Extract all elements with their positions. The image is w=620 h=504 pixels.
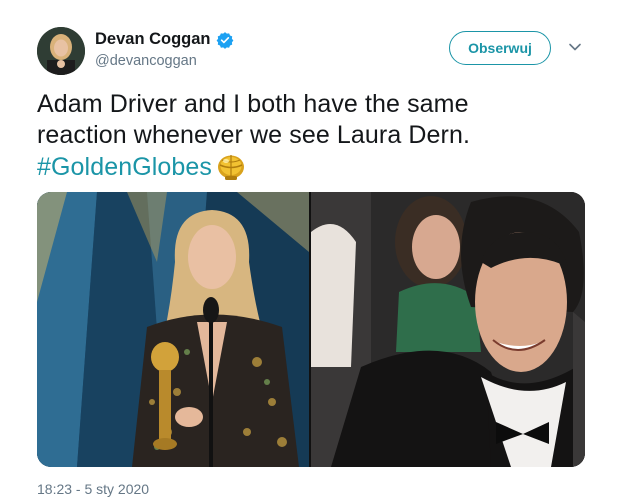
tweet-text-line-1: Adam Driver and I both have the same	[37, 90, 469, 118]
photo-man-smiling-audience[interactable]	[311, 192, 585, 467]
tweet-text-line-2: reaction whenever we see Laura Dern.	[37, 121, 471, 149]
golden-globe-icon	[218, 155, 245, 180]
tweet-card: Devan Coggan @devancoggan Obserwuj Adam …	[0, 0, 620, 504]
author-handle[interactable]: @devancoggan	[95, 53, 197, 69]
follow-button[interactable]: Obserwuj	[449, 31, 551, 65]
chevron-down-icon[interactable]	[568, 40, 582, 54]
hashtag-link[interactable]: #GoldenGlobes	[37, 153, 212, 181]
tweet-timestamp[interactable]: 18:23 - 5 sty 2020	[37, 481, 149, 497]
author-display-name[interactable]: Devan Coggan	[95, 30, 211, 49]
author-avatar[interactable]	[37, 27, 85, 75]
tweet-text: Adam Driver and I both have the same rea…	[37, 89, 597, 183]
photo-woman-holding-award[interactable]	[37, 192, 309, 467]
verified-check-icon	[216, 31, 233, 49]
tweet-media	[37, 192, 585, 467]
